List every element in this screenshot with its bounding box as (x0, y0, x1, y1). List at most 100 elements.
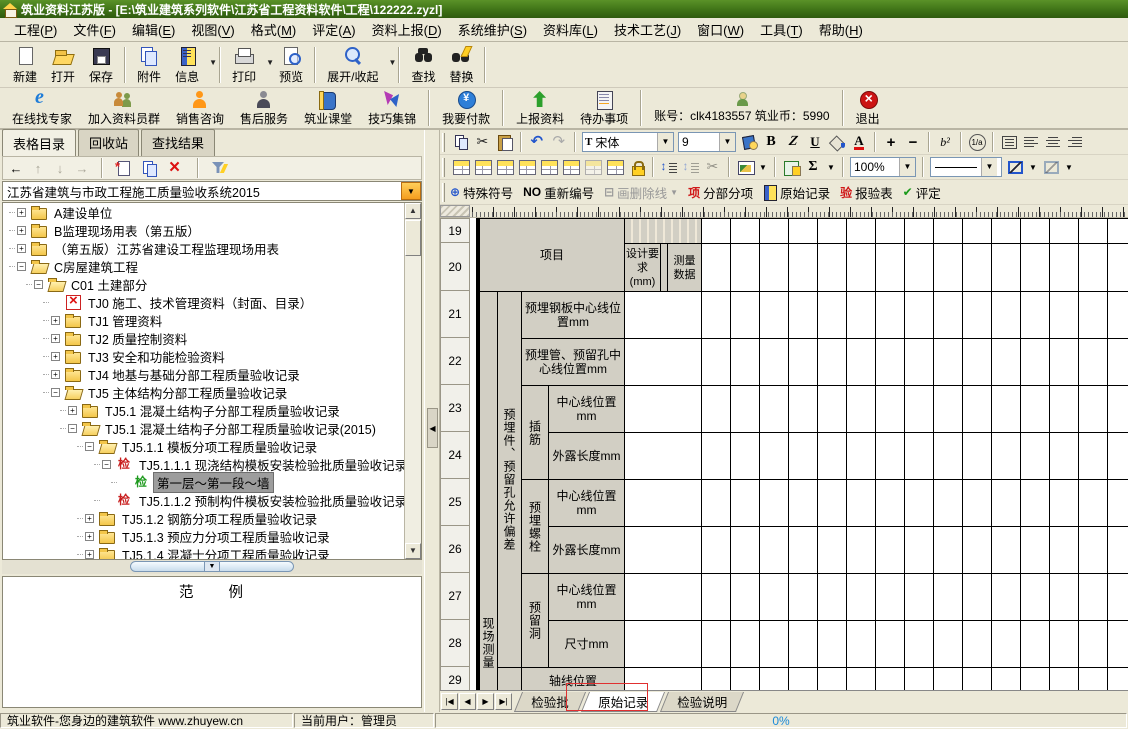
select-all-corner[interactable] (440, 205, 470, 217)
tree-item[interactable]: −C房屋建筑工程 (3, 257, 421, 275)
data-cell[interactable] (760, 339, 789, 386)
data-cell[interactable] (1079, 574, 1108, 621)
data-cell[interactable] (702, 292, 731, 339)
data-cell[interactable] (789, 480, 818, 527)
data-cell[interactable] (1021, 433, 1050, 480)
data-cell[interactable] (625, 433, 702, 480)
nav-back-button[interactable]: ← (9, 161, 23, 176)
font-family-select[interactable]: T 宋体 ▼ (582, 132, 674, 152)
expand-icon[interactable]: + (51, 352, 60, 361)
row-number[interactable]: 22 (440, 338, 470, 385)
splitter-collapse-button[interactable]: ◀ (427, 408, 438, 448)
first-sheet-button[interactable]: |◀ (441, 693, 458, 710)
insert-row-above-button[interactable] (450, 157, 472, 177)
open-button[interactable]: 打开 (44, 44, 82, 86)
data-cell[interactable] (934, 480, 963, 527)
data-cell[interactable] (702, 480, 731, 527)
data-cell[interactable] (760, 244, 789, 292)
data-cell[interactable] (876, 219, 905, 244)
assess-button[interactable]: ✔评定 (903, 183, 941, 202)
scroll-thumb[interactable] (405, 220, 421, 256)
data-cell[interactable] (818, 527, 847, 574)
replace-button[interactable]: 替换 (442, 44, 480, 86)
tree-item[interactable]: −C01 土建部分 (3, 275, 421, 293)
format-painter-button[interactable] (738, 132, 760, 152)
data-cell[interactable] (1050, 244, 1079, 292)
data-cell[interactable] (625, 574, 702, 621)
after-sales-button[interactable]: 售后服务 (232, 89, 296, 127)
todo-button[interactable]: 待办事项 (572, 89, 636, 127)
info-button[interactable]: 信息▼ (168, 44, 215, 86)
data-cell[interactable] (731, 386, 760, 433)
data-cell[interactable] (1108, 668, 1128, 690)
cell-tolerance[interactable]: 预埋件、预留孔允许偏差 (498, 292, 522, 668)
data-cell[interactable] (992, 386, 1021, 433)
data-cell[interactable] (702, 574, 731, 621)
data-cell[interactable] (760, 527, 789, 574)
row-number[interactable]: 26 (440, 526, 470, 573)
data-cell[interactable] (702, 433, 731, 480)
data-cell[interactable] (1079, 480, 1108, 527)
data-cell[interactable] (992, 244, 1021, 292)
collapse-icon[interactable]: − (34, 280, 43, 289)
data-cell[interactable] (934, 244, 963, 292)
data-cell[interactable] (934, 292, 963, 339)
tree-item[interactable]: +TJ5.1.3 预应力分项工程质量验收记录 (3, 527, 421, 545)
catalog-select[interactable]: 江苏省建筑与市政工程施工质量验收系统2015 ▼ (2, 181, 422, 201)
row-number[interactable]: 28 (440, 620, 470, 667)
expand-icon[interactable]: + (85, 514, 94, 523)
data-cell[interactable] (1079, 244, 1108, 292)
tree-item[interactable]: +TJ2 质量控制资料 (3, 329, 421, 347)
superscript-button[interactable]: b² (934, 132, 956, 152)
row-number[interactable]: 19 (440, 218, 470, 243)
expand-icon[interactable]: + (51, 316, 60, 325)
data-cell[interactable] (731, 480, 760, 527)
data-cell[interactable] (1021, 219, 1050, 244)
data-cell[interactable] (876, 480, 905, 527)
save-button[interactable]: 保存 (82, 44, 120, 86)
menu-item-1[interactable]: 工程(P) (6, 17, 65, 42)
data-cell[interactable] (818, 480, 847, 527)
last-sheet-button[interactable]: ▶| (495, 693, 512, 710)
attachment-button[interactable]: 附件 (130, 44, 168, 86)
data-cell[interactable] (963, 480, 992, 527)
menu-item-13[interactable]: 帮助(H) (811, 17, 871, 42)
draw-strikeline-button[interactable]: ⊟画删除线▼ (604, 183, 678, 202)
data-cell[interactable] (876, 621, 905, 668)
tree-scrollbar[interactable]: ▲ ▼ (404, 203, 421, 559)
font-size-select[interactable]: 9 ▼ (678, 132, 736, 152)
clear-format-button[interactable] (702, 157, 724, 177)
data-cell[interactable] (702, 219, 731, 244)
data-cell[interactable] (789, 339, 818, 386)
data-cell[interactable] (847, 219, 876, 244)
insert-row-below-button[interactable] (472, 157, 494, 177)
vertical-splitter[interactable]: ◀ (424, 130, 440, 712)
renumber-button[interactable]: NO重新编号 (523, 183, 594, 202)
data-cell[interactable] (1050, 386, 1079, 433)
move-up-button[interactable]: ↑ (31, 161, 45, 176)
data-cell[interactable] (731, 339, 760, 386)
collapse-icon[interactable]: − (102, 460, 111, 469)
redo-button[interactable] (548, 132, 570, 152)
exit-button[interactable]: 退出 (848, 89, 888, 127)
row-number[interactable]: 24 (440, 432, 470, 479)
new-table-icon[interactable] (115, 160, 133, 176)
data-cell[interactable] (963, 668, 992, 690)
left-tab-3[interactable]: 查找结果 (141, 129, 215, 156)
data-cell[interactable] (1021, 480, 1050, 527)
formula-button[interactable]: Σ (802, 157, 824, 177)
cell-striped-header[interactable] (625, 219, 702, 244)
tree-item[interactable]: +TJ0 施工、技术管理资料（封面、目录） (3, 293, 421, 311)
data-cell[interactable] (992, 433, 1021, 480)
data-cell[interactable] (1050, 668, 1079, 690)
data-cell[interactable] (1050, 292, 1079, 339)
data-cell[interactable] (1079, 433, 1108, 480)
data-cell[interactable] (1108, 433, 1128, 480)
data-cell[interactable] (760, 386, 789, 433)
data-cell[interactable] (760, 480, 789, 527)
collapse-icon[interactable]: − (17, 262, 26, 271)
menu-item-5[interactable]: 格式(M) (243, 17, 305, 42)
move-down-button[interactable]: ↓ (53, 161, 67, 176)
data-cell[interactable] (876, 292, 905, 339)
data-cell[interactable] (847, 668, 876, 690)
